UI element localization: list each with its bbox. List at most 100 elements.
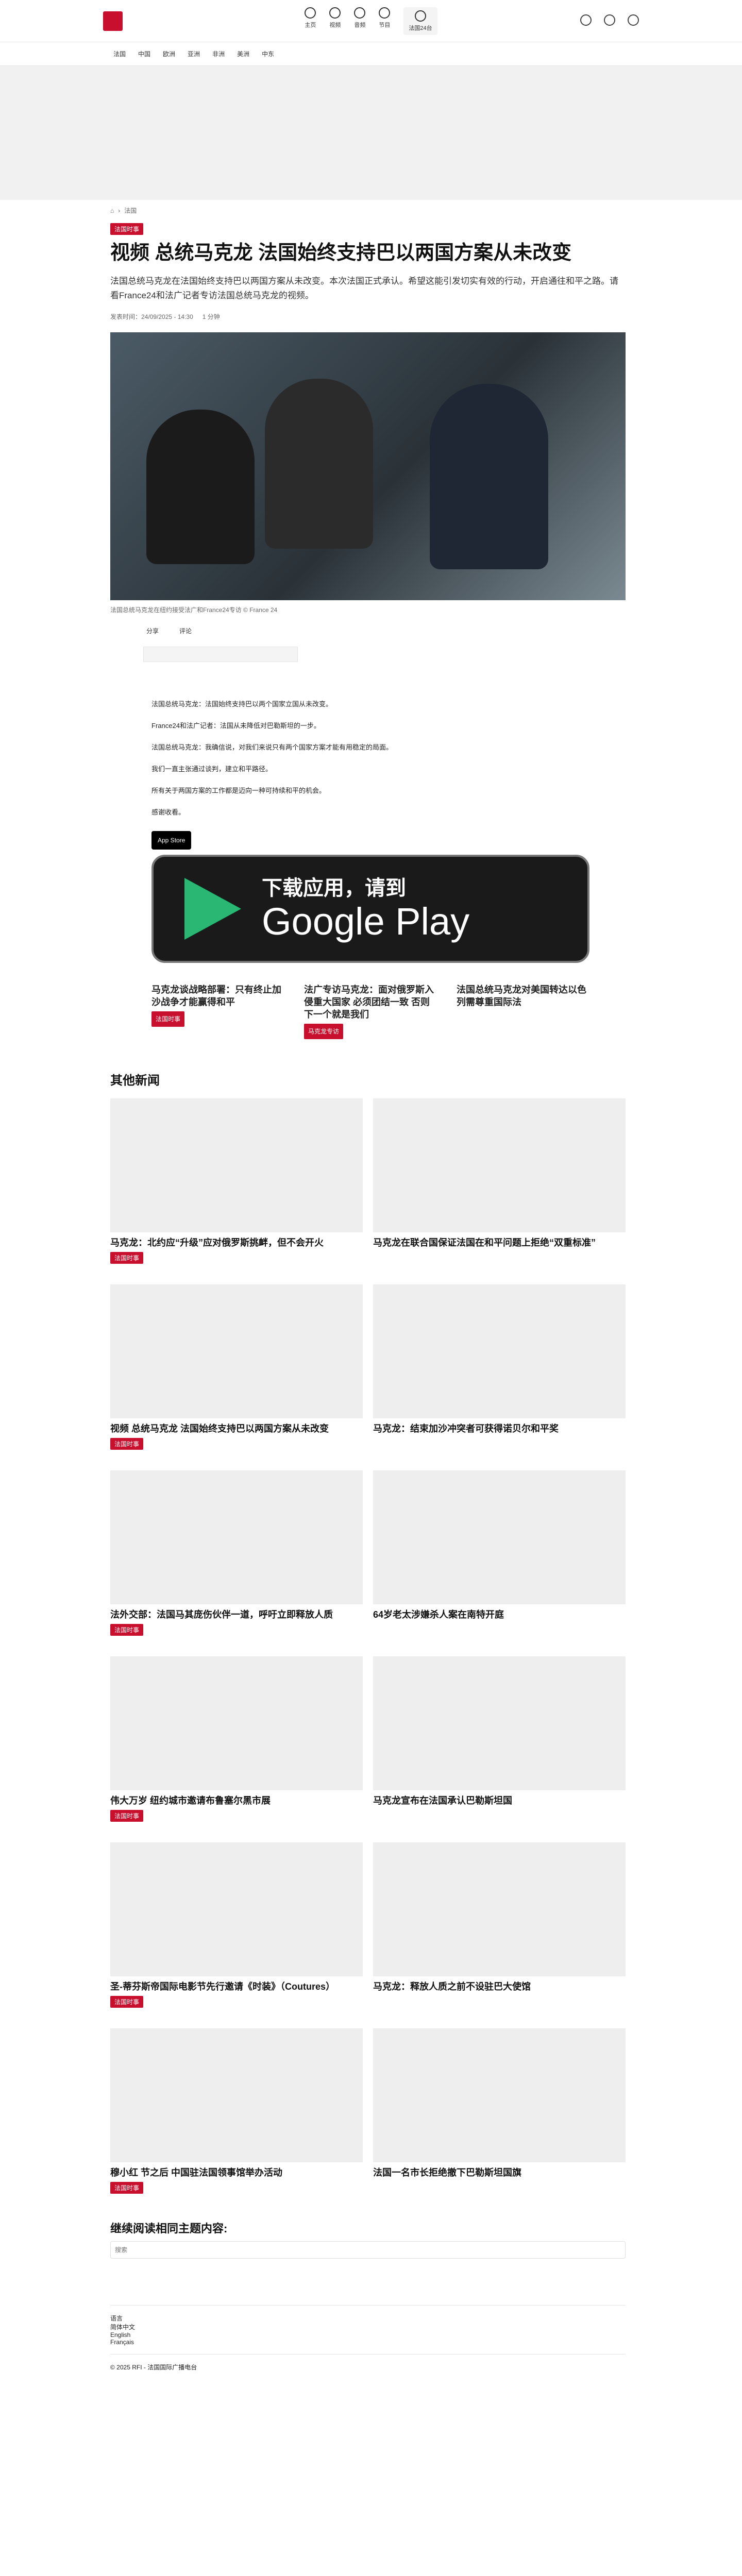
news-image[interactable]: [373, 1842, 626, 1976]
news-tag: 法国时事: [110, 1252, 144, 1264]
news-image[interactable]: [373, 2028, 626, 2162]
subnav-item[interactable]: 中东: [262, 49, 274, 58]
related-articles: 马克龙谈战略部署：只有终止加沙战争才能赢得和平 法国时事 法广专访马克龙：面对俄…: [151, 984, 595, 1039]
news-title[interactable]: 视频 总统马克龙 法国始终支持巴以两国方案从未改变: [110, 1422, 363, 1435]
news-title[interactable]: 马克龙宣布在法国承认巴勒斯坦国: [373, 1794, 626, 1807]
news-image[interactable]: [110, 1284, 363, 1418]
nav-home[interactable]: 主页: [305, 7, 316, 35]
news-image[interactable]: [110, 2028, 363, 2162]
sub-nav: 法国 中国 欧洲 亚洲 非洲 美洲 中东: [0, 42, 742, 66]
related-tag: 法国时事: [151, 1011, 185, 1027]
news-image[interactable]: [110, 1656, 363, 1790]
nav-programs[interactable]: 节目: [379, 7, 391, 35]
image-caption: 法国总统马克龙在纽约接受法广和France24专访 © France 24: [110, 606, 278, 614]
related-title[interactable]: 马克龙谈战略部署：只有终止加沙战争才能赢得和平: [151, 984, 285, 1008]
site-logo[interactable]: [103, 11, 123, 31]
google-play-line2: Google Play: [262, 900, 470, 943]
comment-button[interactable]: 评论: [179, 626, 192, 635]
subnav-item[interactable]: 中国: [138, 49, 150, 58]
home-icon: [305, 7, 316, 19]
related-card[interactable]: 马克龙谈战略部署：只有终止加沙战争才能赢得和平 法国时事: [151, 984, 285, 1039]
news-card[interactable]: 64岁老太涉嫌杀人案在南特开庭: [373, 1470, 626, 1636]
news-tag: 法国时事: [110, 1810, 144, 1822]
paragraph: 所有关于两国方案的工作都是迈向一种可持续和平的机会。: [151, 787, 326, 794]
news-card[interactable]: 马克龙在联合国保证法国在和平问题上拒绝“双重标准”: [373, 1098, 626, 1264]
news-image[interactable]: [373, 1098, 626, 1232]
audio-icon: [354, 7, 366, 19]
news-card[interactable]: 圣-蒂芬斯帝国际电影节先行邀请《时装》（Coutures） 法国时事: [110, 1842, 363, 2008]
news-card[interactable]: 法外交部：法国马其庞伤伙伴一道，呼吁立即释放人质 法国时事: [110, 1470, 363, 1636]
menu-icon[interactable]: [628, 14, 639, 26]
copyright: © 2025 RFI - 法国国际广播电台: [110, 2364, 197, 2371]
breadcrumb-section[interactable]: 法国: [124, 206, 137, 215]
footer-line: 语言: [110, 2315, 123, 2322]
news-card[interactable]: 马克龙宣布在法国承认巴勒斯坦国: [373, 1656, 626, 1822]
subnav-item[interactable]: 法国: [113, 49, 126, 58]
subnav-item[interactable]: 美洲: [237, 49, 249, 58]
news-card[interactable]: 伟大万岁 纽约城市邀请布鲁塞尔黑市展 法国时事: [110, 1656, 363, 1822]
news-card[interactable]: 马克龙：北约应“升级”应对俄罗斯挑衅，但不会开火 法国时事: [110, 1098, 363, 1264]
news-card[interactable]: 马克龙：释放人质之前不设驻巴大使馆: [373, 1842, 626, 2008]
share-button[interactable]: 分享: [146, 626, 159, 635]
news-card[interactable]: 视频 总统马克龙 法国始终支持巴以两国方案从未改变 法国时事: [110, 1284, 363, 1450]
hero-image[interactable]: [110, 332, 626, 600]
top-bar: 主页 视频 音频 节目 法国24台: [0, 0, 742, 42]
paragraph: 感谢收看。: [151, 808, 185, 816]
search-input[interactable]: [110, 2241, 626, 2259]
news-title[interactable]: 法国一名市长拒绝撤下巴勒斯坦国旗: [373, 2166, 626, 2179]
ad-banner: [0, 66, 742, 200]
reading-time: 1 分钟: [202, 313, 220, 320]
news-card[interactable]: 穆小红 节之后 中国驻法国领事馆举办活动 法国时事: [110, 2028, 363, 2194]
news-title[interactable]: 马克龙在联合国保证法国在和平问题上拒绝“双重标准”: [373, 1236, 626, 1249]
article-lead: 法国总统马克龙在法国始终支持巴以两国方案从未改变。本次法国正式承认。希望这能引发…: [110, 276, 618, 300]
footer-line[interactable]: 简体中文: [110, 2323, 626, 2331]
published-date: 发表时间：24/09/2025 - 14:30: [110, 313, 193, 320]
news-title[interactable]: 马克龙：结束加沙冲突者可获得诺贝尔和平奖: [373, 1422, 626, 1435]
video-icon: [329, 7, 341, 19]
nav-video[interactable]: 视频: [329, 7, 341, 35]
top-actions: [580, 14, 639, 26]
article-tag[interactable]: 法国时事: [110, 223, 144, 235]
related-tag: 马克龙专访: [304, 1024, 344, 1039]
subnav-item[interactable]: 非洲: [212, 49, 225, 58]
settings-icon[interactable]: [604, 14, 615, 26]
paragraph: 法国总统马克龙：我确信说，对我们来说只有两个国家方案才能有用稳定的局面。: [151, 743, 393, 751]
nav-audio[interactable]: 音频: [354, 7, 366, 35]
related-card[interactable]: 法国总统马克龙对美国转达以色列需尊重国际法: [457, 984, 591, 1039]
news-image[interactable]: [110, 1470, 363, 1604]
news-card[interactable]: 法国一名市长拒绝撤下巴勒斯坦国旗: [373, 2028, 626, 2194]
news-tag: 法国时事: [110, 1438, 144, 1450]
news-title[interactable]: 圣-蒂芬斯帝国际电影节先行邀请《时装》（Coutures）: [110, 1980, 363, 1993]
related-title[interactable]: 法国总统马克龙对美国转达以色列需尊重国际法: [457, 984, 591, 1008]
paragraph: 法国总统马克龙：法国始终支持巴以两个国家立国从未改变。: [151, 700, 333, 708]
related-card[interactable]: 法广专访马克龙：面对俄罗斯入侵重大国家 必须团结一致 否则下一个就是我们 马克龙…: [304, 984, 438, 1039]
breadcrumb: ⌂ › 法国: [110, 206, 137, 215]
news-title[interactable]: 法外交部：法国马其庞伤伙伴一道，呼吁立即释放人质: [110, 1608, 363, 1621]
nav-live[interactable]: 法国24台: [403, 7, 437, 35]
embed-box: [143, 647, 298, 662]
footer-line[interactable]: English: [110, 2331, 626, 2338]
subnav-item[interactable]: 亚洲: [188, 49, 200, 58]
news-title[interactable]: 马克龙：北约应“升级”应对俄罗斯挑衅，但不会开火: [110, 1236, 363, 1249]
news-image[interactable]: [373, 1470, 626, 1604]
footer-line[interactable]: Français: [110, 2338, 626, 2346]
news-title[interactable]: 64岁老太涉嫌杀人案在南特开庭: [373, 1608, 626, 1621]
article-main: ⌂ › 法国 法国时事 视频 总统马克龙 法国始终支持巴以两国方案从未改变 法国…: [110, 200, 626, 2371]
news-title[interactable]: 马克龙：释放人质之前不设驻巴大使馆: [373, 1980, 626, 1993]
news-card[interactable]: 马克龙：结束加沙冲突者可获得诺贝尔和平奖: [373, 1284, 626, 1450]
app-store-button[interactable]: App Store: [151, 831, 192, 850]
home-icon[interactable]: ⌂: [110, 207, 114, 214]
news-image[interactable]: [110, 1842, 363, 1976]
news-image[interactable]: [110, 1098, 363, 1232]
interviewer-figure: [265, 379, 373, 549]
related-title[interactable]: 法广专访马克龙：面对俄罗斯入侵重大国家 必须团结一致 否则下一个就是我们: [304, 984, 438, 1021]
news-image[interactable]: [373, 1656, 626, 1790]
subnav-item[interactable]: 欧洲: [163, 49, 175, 58]
language-icon[interactable]: [580, 14, 592, 26]
news-title[interactable]: 伟大万岁 纽约城市邀请布鲁塞尔黑市展: [110, 1794, 363, 1807]
news-tag: 法国时事: [110, 1996, 144, 2008]
news-image[interactable]: [373, 1284, 626, 1418]
paragraph: France24和法广记者：法国从未降低对巴勒斯坦的一步。: [151, 722, 321, 730]
google-play-banner[interactable]: 下载应用，请到 Google Play: [151, 855, 589, 963]
news-title[interactable]: 穆小红 节之后 中国驻法国领事馆举办活动: [110, 2166, 363, 2179]
